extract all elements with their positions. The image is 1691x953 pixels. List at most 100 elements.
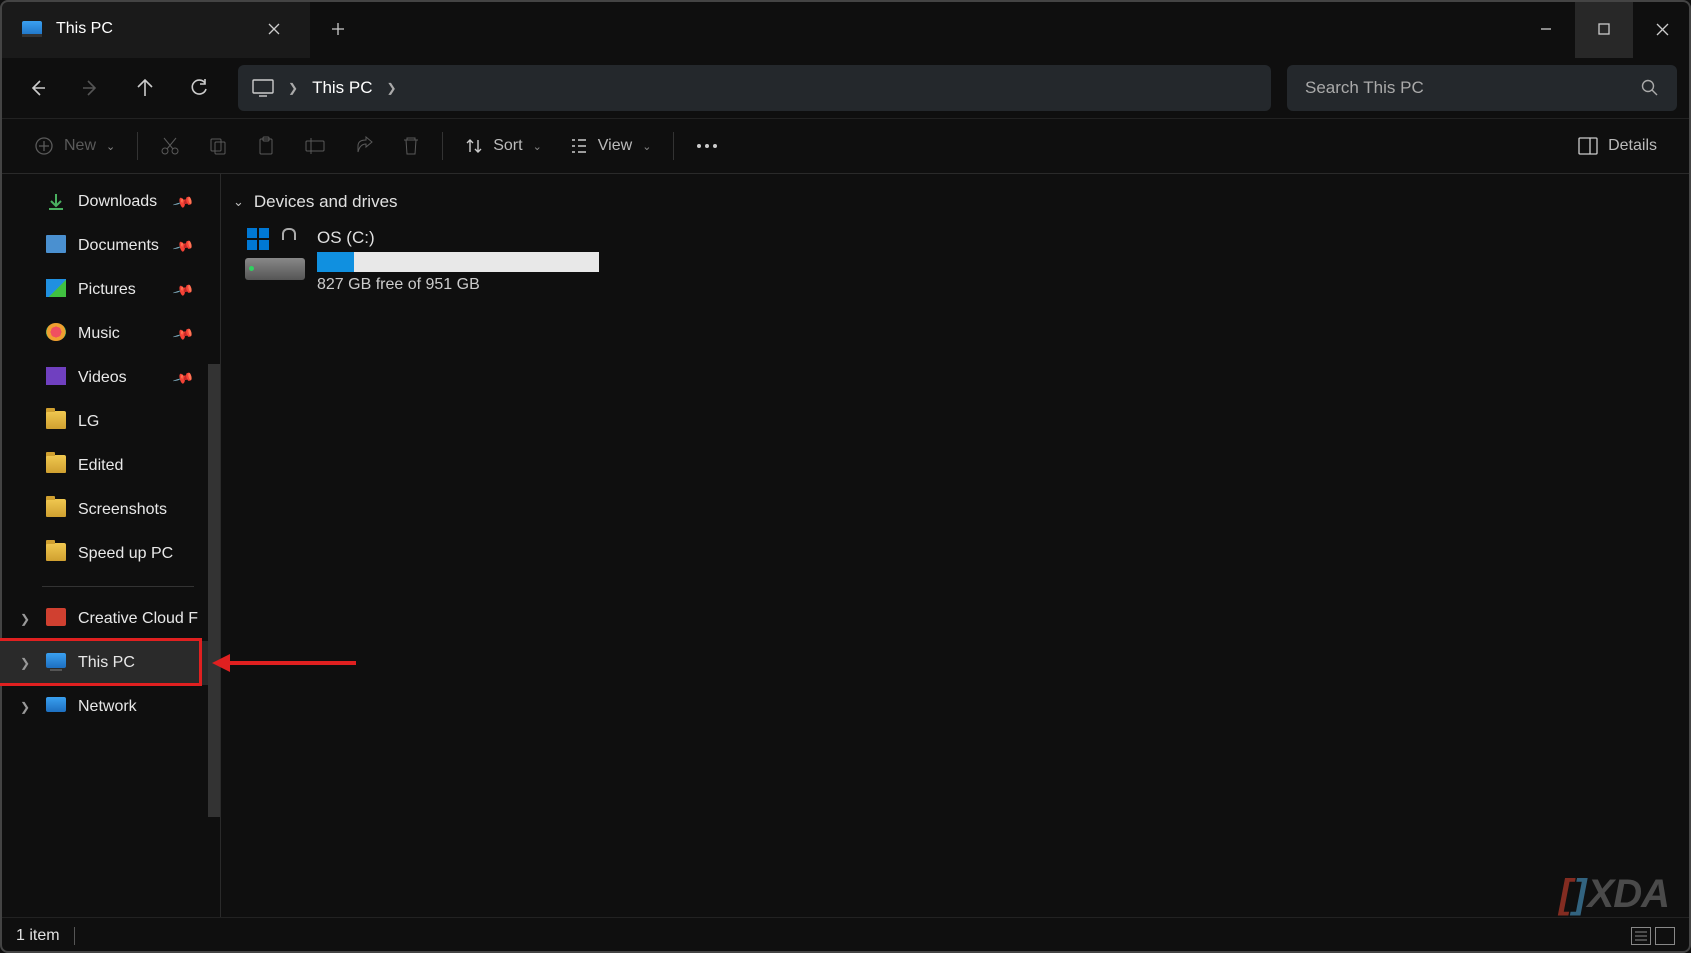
address-bar[interactable]: ❯ This PC ❯ [238,65,1271,111]
more-button[interactable] [684,126,730,166]
tab-title: This PC [56,20,240,38]
pin-icon: 📌 [171,366,195,389]
pin-icon: 📌 [171,190,195,213]
chevron-down-icon: ⌄ [642,140,651,153]
sidebar-item-speed-up-pc[interactable]: Speed up PC [0,532,220,576]
view-icon [570,137,588,155]
sidebar-item-label: Creative Cloud F [78,610,198,628]
maximize-button[interactable] [1575,0,1633,58]
chevron-right-icon[interactable]: ❯ [387,81,397,95]
rename-icon [304,136,326,156]
drive-free-text: 827 GB free of 951 GB [317,276,599,294]
drive-item[interactable]: OS (C:) 827 GB free of 951 GB [231,224,1681,298]
section-header[interactable]: ⌄ Devices and drives [231,188,1681,224]
sidebar-item-label: Downloads [78,193,157,211]
download-icon [46,192,66,212]
back-button[interactable] [14,65,60,111]
navigation-pane: Downloads 📌 Documents 📌 Pictures 📌 Music… [0,174,220,917]
close-window-button[interactable] [1633,0,1691,58]
titlebar: This PC [0,0,1691,58]
search-icon [1641,79,1659,97]
sidebar-item-creative-cloud-f[interactable]: ❯ Creative Cloud F [0,597,220,641]
drive-name: OS (C:) [317,228,599,248]
pin-icon: 📌 [171,278,195,301]
pin-icon: 📌 [171,322,195,345]
minimize-button[interactable] [1517,0,1575,58]
address-location[interactable]: This PC [312,78,372,98]
sidebar-item-lg[interactable]: LG [0,400,220,444]
share-icon [354,136,374,156]
command-bar: New ⌄ Sort ⌄ View ⌄ Details [0,118,1691,174]
share-button[interactable] [342,126,386,166]
net-icon [46,697,66,717]
window-controls [1517,0,1691,58]
details-pane-button[interactable]: Details [1566,126,1669,166]
sort-icon [465,137,483,155]
folder-icon [46,455,66,478]
search-placeholder: Search This PC [1305,78,1424,98]
large-icons-view-button[interactable] [1655,927,1675,945]
ellipsis-icon [696,143,718,149]
status-bar: 1 item [0,917,1691,953]
navigation-bar: ❯ This PC ❯ Search This PC [0,58,1691,118]
copy-button[interactable] [196,126,240,166]
sidebar-item-label: Videos [78,369,127,387]
view-button[interactable]: View ⌄ [558,126,664,166]
sidebar-item-label: Network [78,698,137,716]
sidebar-item-label: LG [78,413,99,431]
forward-button[interactable] [68,65,114,111]
cc-icon [46,608,66,631]
refresh-button[interactable] [176,65,222,111]
chevron-down-icon: ⌄ [106,140,115,153]
sidebar-item-label: Edited [78,457,123,475]
search-input[interactable]: Search This PC [1287,65,1677,111]
sidebar-item-screenshots[interactable]: Screenshots [0,488,220,532]
rename-button[interactable] [292,126,338,166]
folder-icon [46,411,66,434]
section-title: Devices and drives [254,192,398,212]
this-pc-icon [252,79,274,97]
sidebar-item-this-pc[interactable]: ❯ This PC [0,641,220,685]
sidebar-item-videos[interactable]: Videos 📌 [0,356,220,400]
sidebar-item-label: Screenshots [78,501,167,519]
sidebar-item-label: Pictures [78,281,136,299]
up-button[interactable] [122,65,168,111]
sort-button[interactable]: Sort ⌄ [453,126,554,166]
pictures-icon [46,279,66,302]
sidebar-item-downloads[interactable]: Downloads 📌 [0,180,220,224]
sidebar-item-edited[interactable]: Edited [0,444,220,488]
trash-icon [402,136,420,156]
status-item-count: 1 item [16,927,60,945]
sidebar-item-label: Music [78,325,120,343]
plus-circle-icon [34,136,54,156]
sidebar-item-music[interactable]: Music 📌 [0,312,220,356]
sidebar-item-documents[interactable]: Documents 📌 [0,224,220,268]
chevron-right-icon[interactable]: ❯ [288,81,298,95]
sidebar-item-network[interactable]: ❯ Network [0,685,220,729]
delete-button[interactable] [390,126,432,166]
drive-usage-bar [317,252,599,272]
chevron-right-icon[interactable]: ❯ [16,656,34,670]
chevron-right-icon[interactable]: ❯ [16,612,34,626]
music-icon [46,323,66,346]
folder-icon [46,499,66,522]
new-tab-button[interactable] [310,0,366,58]
sidebar-item-pictures[interactable]: Pictures 📌 [0,268,220,312]
close-tab-button[interactable] [254,23,294,35]
pin-icon: 📌 [171,234,195,257]
paste-icon [256,136,276,156]
pc-icon [46,653,66,673]
drive-icon [245,228,305,280]
chevron-down-icon: ⌄ [233,194,244,210]
this-pc-icon [22,21,42,37]
paste-button[interactable] [244,126,288,166]
cut-button[interactable] [148,126,192,166]
scrollbar[interactable] [208,364,220,817]
new-button[interactable]: New ⌄ [22,126,127,166]
details-view-button[interactable] [1631,927,1651,945]
sidebar-item-label: Documents [78,237,159,255]
cut-icon [160,136,180,156]
active-tab[interactable]: This PC [0,0,310,58]
sidebar-item-label: Speed up PC [78,545,173,563]
chevron-right-icon[interactable]: ❯ [16,700,34,714]
